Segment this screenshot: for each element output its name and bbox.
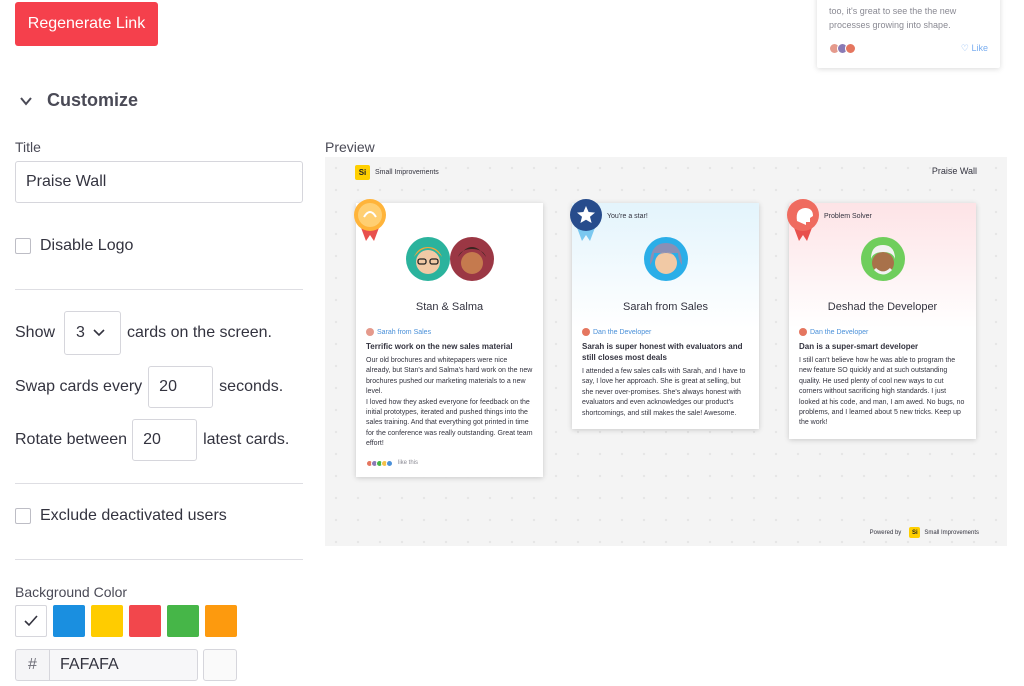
disable-logo-checkbox[interactable] — [15, 238, 31, 254]
recipient-name: Stan & Salma — [415, 301, 484, 313]
cards-count-select[interactable]: 3 — [64, 311, 122, 355]
show-cards-row: Show 3 cards on the screen. — [15, 311, 272, 355]
badge-label: You're a star! — [607, 213, 648, 220]
disable-logo-label: Disable Logo — [40, 237, 134, 254]
preview-card: Problem Solver Deshad the Developer Dan … — [787, 199, 976, 439]
show-prefix: Show — [15, 324, 56, 341]
author-avatar — [582, 328, 590, 336]
swatch-yellow[interactable] — [91, 605, 123, 637]
swap-cards-row: Swap cards every 20 seconds. — [15, 366, 283, 408]
recipient-avatars — [789, 235, 976, 283]
chevron-down-icon — [93, 329, 105, 337]
rotate-prefix: Rotate between — [15, 431, 128, 448]
exclude-deactivated-label: Exclude deactivated users — [40, 507, 227, 524]
swatch-blue[interactable] — [53, 605, 85, 637]
hex-prefix: # — [15, 649, 49, 681]
show-suffix: cards on the screen. — [127, 324, 272, 341]
recipient-name: Deshad the Developer — [827, 301, 938, 313]
praise-author: Sarah from Sales — [366, 328, 533, 336]
praise-text: I still can't believe how he was able to… — [799, 357, 965, 427]
rotate-cards-row: Rotate between 20 latest cards. — [15, 419, 289, 461]
author-avatar — [366, 328, 374, 336]
preview-label: Preview — [325, 139, 375, 155]
swap-seconds-input[interactable]: 20 — [148, 366, 214, 408]
praise-card-partial: too, it's great to see the the new proce… — [817, 0, 1000, 68]
disable-logo-option[interactable]: Disable Logo — [15, 237, 133, 255]
praise-title: Sarah is super honest with evaluators an… — [582, 342, 743, 362]
heart-icon: ♡ — [960, 43, 969, 53]
avatar-icon — [405, 237, 494, 281]
praise-card-text: too, it's great to see the the new proce… — [829, 6, 957, 30]
hex-color-row: # FAFAFA — [15, 649, 237, 681]
title-label: Title — [15, 139, 41, 155]
praise-author: Dan the Developer — [582, 328, 749, 336]
si-logo-icon: Si — [909, 527, 921, 538]
divider — [15, 483, 303, 484]
powered-by: Powered by Si Small Improvements — [870, 527, 979, 538]
praise-wall-preview: Si Small Improvements Praise Wall Stan &… — [325, 157, 1007, 546]
regenerate-link-button[interactable]: Regenerate Link — [15, 2, 158, 46]
badge-label: Problem Solver — [824, 213, 872, 220]
title-input[interactable]: Praise Wall — [15, 161, 303, 203]
praise-author: Dan the Developer — [799, 328, 966, 336]
swap-suffix: seconds. — [219, 378, 284, 395]
swap-prefix: Swap cards every — [15, 378, 143, 395]
author-avatar — [799, 328, 807, 336]
recipient-name: Sarah from Sales — [623, 301, 708, 313]
praise-text: Our old brochures and whitepapers were n… — [366, 357, 533, 448]
praise-text: I attended a few sales calls with Sarah,… — [582, 368, 746, 417]
preview-card: You're a star! Sarah from Sales Dan the … — [570, 199, 759, 430]
recipient-avatars — [572, 235, 759, 283]
swatch-green[interactable] — [167, 605, 199, 637]
swatch-white[interactable] — [15, 605, 47, 637]
background-color-label: Background Color — [15, 584, 128, 600]
like-button[interactable]: ♡ Like — [961, 43, 988, 54]
divider — [15, 559, 303, 560]
divider — [15, 289, 303, 290]
exclude-deactivated-option[interactable]: Exclude deactivated users — [15, 507, 227, 525]
rotate-count-input[interactable]: 20 — [132, 419, 198, 461]
swatch-red[interactable] — [129, 605, 161, 637]
hex-color-input[interactable]: FAFAFA — [49, 649, 198, 681]
avatar-icon — [860, 237, 905, 281]
liker-avatars — [829, 43, 856, 54]
chevron-down-icon — [20, 96, 32, 106]
si-logo-icon: Si — [355, 165, 370, 180]
rotate-suffix: latest cards. — [203, 431, 290, 448]
background-color-swatches — [15, 605, 243, 637]
praise-likes: like this — [366, 459, 533, 467]
exclude-deactivated-checkbox[interactable] — [15, 508, 31, 524]
color-picker-button[interactable] — [203, 649, 237, 681]
customize-heading: Customize — [47, 90, 139, 110]
praise-title: Dan is a super-smart developer — [799, 342, 919, 351]
checkmark-icon — [24, 615, 38, 627]
preview-logo: Si Small Improvements — [355, 165, 439, 180]
avatar-icon — [643, 237, 688, 281]
customize-section-toggle[interactable]: Customize — [18, 90, 138, 111]
recipient-avatars — [356, 235, 543, 283]
swatch-orange[interactable] — [205, 605, 237, 637]
preview-wall-title: Praise Wall — [931, 166, 977, 176]
praise-title: Terrific work on the new sales material — [366, 342, 513, 351]
preview-card: Stan & Salma Sarah from Sales Terrific w… — [354, 199, 543, 477]
